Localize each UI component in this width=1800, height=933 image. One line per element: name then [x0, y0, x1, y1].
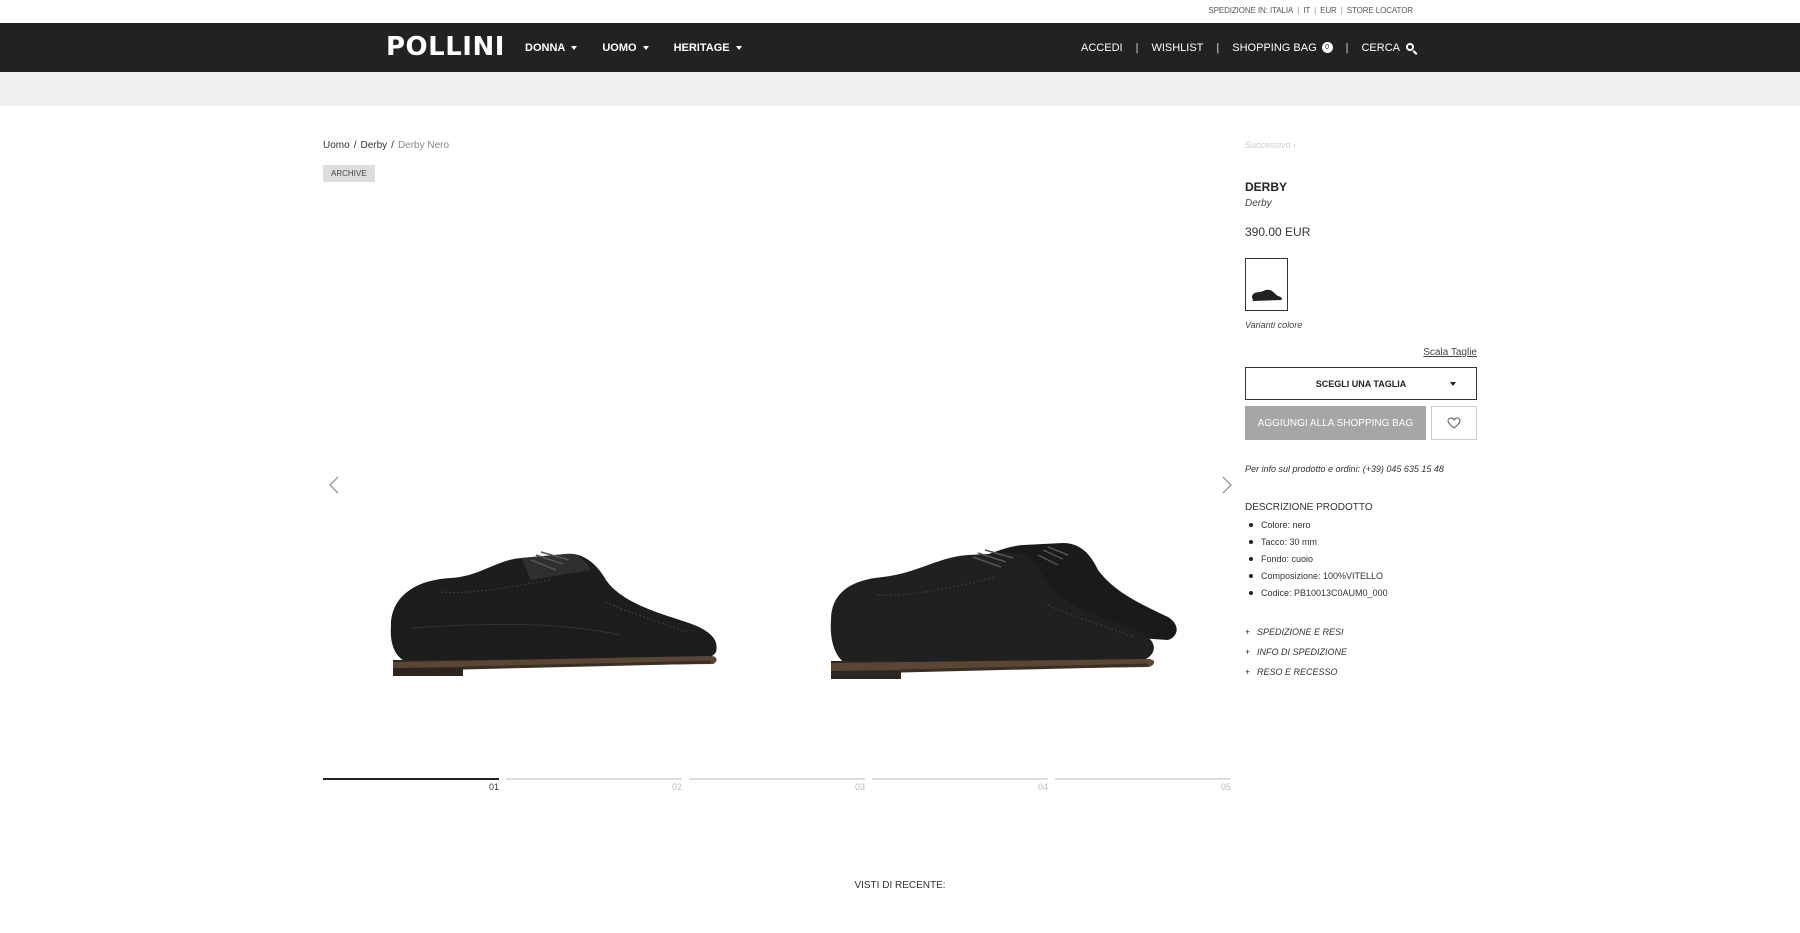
- gallery-page-1[interactable]: 01: [323, 778, 499, 792]
- caret-down-icon: [1450, 382, 1456, 386]
- login-link[interactable]: ACCEDI: [1081, 42, 1123, 54]
- search-icon: [1406, 42, 1414, 51]
- size-select[interactable]: SCEGLI UNA TAGLIA: [1245, 367, 1477, 400]
- heart-icon: [1447, 417, 1461, 429]
- search-link[interactable]: CERCA: [1361, 42, 1414, 54]
- info-accordions: + SPEDIZIONE E RESI + INFO DI SPEDIZIONE +…: [1245, 627, 1347, 687]
- accordion-shipping-info[interactable]: + INFO DI SPEDIZIONE: [1245, 647, 1347, 667]
- next-product-link[interactable]: Successivo ›: [1245, 140, 1296, 150]
- shipping-country-link[interactable]: SPEDIZIONE IN: ITALIA: [1208, 6, 1293, 15]
- archive-badge: ARCHIVE: [323, 165, 375, 182]
- caret-down-icon: [642, 45, 649, 50]
- divider: |: [1216, 41, 1220, 54]
- product-price: 390.00 EUR: [1245, 225, 1311, 239]
- plus-icon: +: [1245, 647, 1251, 657]
- accordion-label: INFO DI SPEDIZIONE: [1257, 647, 1348, 657]
- gallery-page-4[interactable]: 04: [872, 778, 1048, 792]
- search-label: CERCA: [1361, 41, 1400, 54]
- recently-viewed-heading: VISTI DI RECENTE:: [854, 880, 946, 891]
- store-locator-link[interactable]: STORE LOCATOR: [1347, 6, 1413, 15]
- next-product-label: Successivo: [1245, 140, 1291, 150]
- gallery-page-3[interactable]: 03: [689, 778, 865, 792]
- breadcrumb-uomo[interactable]: Uomo: [323, 140, 350, 151]
- phone-info: Per info sul prodotto e ordini: (+39) 04…: [1245, 464, 1444, 474]
- color-variants-label: Varianti colore: [1245, 320, 1303, 330]
- utility-bar: SPEDIZIONE IN: ITALIA | IT | EUR | STORE LOCAT…: [0, 0, 1800, 23]
- color-swatch[interactable]: [1245, 258, 1288, 311]
- nav-menu: DONNA UOMO HERITAGE: [525, 23, 767, 72]
- divider: |: [1297, 6, 1300, 15]
- currency-link[interactable]: EUR: [1320, 6, 1337, 15]
- bag-count-badge: 0: [1321, 42, 1333, 53]
- product-title: DERBY: [1245, 180, 1288, 194]
- accordion-label: RESO E RECESSO: [1257, 667, 1338, 677]
- size-guide-link[interactable]: Scala Taglie: [1423, 347, 1477, 358]
- plus-icon: +: [1245, 667, 1251, 677]
- nav-item-label: HERITAGE: [673, 41, 730, 54]
- caret-down-icon: [735, 45, 742, 50]
- breadcrumb-separator: /: [391, 140, 394, 151]
- chevron-left-icon: [329, 476, 339, 494]
- nav-item-label: DONNA: [525, 41, 566, 54]
- plus-icon: +: [1245, 627, 1251, 637]
- shopping-bag-label: SHOPPING BAG: [1232, 41, 1317, 54]
- shoe-thumbnail-icon: [1252, 289, 1282, 301]
- gallery-pager: 01 02 03 04 05: [323, 778, 1231, 792]
- breadcrumb-current: Derby Nero: [397, 140, 450, 151]
- size-select-label: SCEGLI UNA TAGLIA: [1315, 378, 1407, 389]
- main-nav: POLLINI DONNA UOMO HERITAGE ACCEDI | WIS…: [0, 23, 1800, 72]
- description-title: DESCRIZIONE PRODOTTO: [1245, 502, 1373, 513]
- accordion-shipping-returns[interactable]: + SPEDIZIONE E RESI: [1245, 627, 1347, 647]
- divider: |: [1314, 6, 1317, 15]
- chevron-right-icon: ›: [1293, 140, 1297, 150]
- nav-item-uomo[interactable]: UOMO: [602, 41, 649, 54]
- breadcrumb-separator: /: [353, 140, 357, 151]
- divider: |: [1135, 41, 1139, 54]
- breadcrumb-derby[interactable]: Derby: [360, 140, 387, 151]
- description-item: Tacco: 30 mm: [1245, 537, 1388, 554]
- shopping-bag-link[interactable]: SHOPPING BAG 0: [1232, 41, 1333, 54]
- product-gallery: [323, 200, 1232, 780]
- description-item: Composizione: 100%VITELLO: [1245, 571, 1388, 588]
- description-item: Colore: nero: [1245, 520, 1388, 537]
- caret-down-icon: [571, 45, 578, 50]
- description-item: Fondo: cuoio: [1245, 554, 1388, 571]
- nav-item-heritage[interactable]: HERITAGE: [674, 42, 742, 54]
- divider: |: [1345, 41, 1349, 54]
- language-link[interactable]: IT: [1303, 6, 1310, 15]
- chevron-right-icon: [1222, 476, 1232, 494]
- nav-item-label: UOMO: [602, 41, 637, 54]
- pollini-logo[interactable]: POLLINI: [386, 32, 505, 62]
- accordion-returns-withdrawal[interactable]: + RESO E RECESSO: [1245, 667, 1347, 687]
- gallery-next-button[interactable]: [1216, 475, 1236, 495]
- wishlist-button[interactable]: [1431, 406, 1477, 440]
- gallery-prev-button[interactable]: [325, 475, 345, 495]
- utility-links: SPEDIZIONE IN: ITALIA | IT | EUR | STORE LOCAT…: [1206, 6, 1415, 15]
- description-item: Codice: PB10013C0AUM0_000: [1245, 588, 1388, 605]
- description-list: Colore: nero Tacco: 30 mm Fondo: cuoio C…: [1245, 520, 1388, 605]
- divider: |: [1340, 6, 1343, 15]
- wishlist-link[interactable]: WISHLIST: [1151, 42, 1203, 54]
- promo-band: [0, 72, 1800, 106]
- accordion-label: SPEDIZIONE E RESI: [1257, 627, 1344, 637]
- breadcrumb: Uomo / Derby / Derby Nero: [323, 140, 449, 151]
- add-to-bag-button[interactable]: AGGIUNGI ALLA SHOPPING BAG: [1245, 406, 1426, 440]
- gallery-page-2[interactable]: 02: [506, 778, 682, 792]
- nav-account: ACCEDI | WISHLIST | SHOPPING BAG 0 | CERC…: [1081, 23, 1414, 72]
- product-image-pair[interactable]: [823, 525, 1178, 695]
- gallery-page-5[interactable]: 05: [1055, 778, 1231, 792]
- nav-item-donna[interactable]: DONNA: [525, 41, 578, 54]
- product-subtitle: Derby: [1245, 198, 1272, 209]
- product-image-side[interactable]: [381, 540, 721, 690]
